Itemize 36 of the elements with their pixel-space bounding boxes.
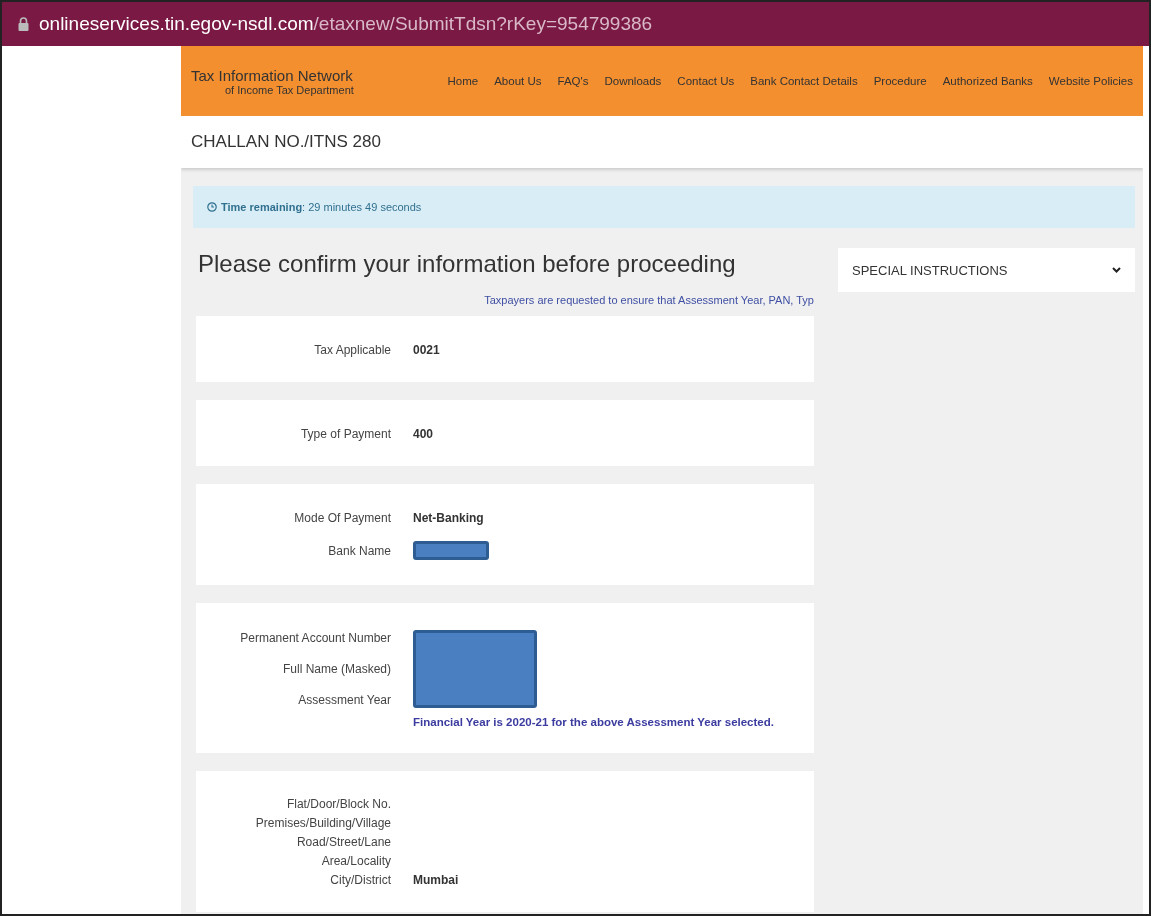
- field-value: 0021: [413, 343, 441, 357]
- special-instructions-toggle[interactable]: SPECIAL INSTRUCTIONS: [838, 248, 1135, 292]
- clock-icon: [207, 202, 217, 212]
- field-label: Bank Name: [327, 543, 391, 558]
- financial-year-note: Financial Year is 2020-21 for the above Assessment Year selected.: [413, 716, 775, 728]
- site-subtitle: of Income Tax Department: [224, 83, 354, 96]
- field-label: Type of Payment: [299, 427, 391, 441]
- nav-link[interactable]: FAQ's: [557, 75, 589, 87]
- site-title: Tax Information Network: [191, 66, 354, 84]
- nav-link[interactable]: Home: [447, 75, 479, 87]
- field-label: Premises/Building/Village: [254, 816, 391, 830]
- nav-link[interactable]: Downloads: [604, 75, 662, 87]
- page-heading: Please confirm your information before proceeding: [198, 250, 737, 278]
- field-value: 400: [413, 427, 435, 441]
- nav-link[interactable]: Bank Contact Details: [750, 75, 858, 87]
- lock-icon: [18, 17, 29, 31]
- field-label: Tax Applicable: [313, 343, 391, 357]
- chevron-icon: [1112, 267, 1121, 273]
- nav-link[interactable]: Procedure: [873, 75, 927, 87]
- field-value: Mumbai: [413, 873, 460, 887]
- field-label: Area/Locality: [320, 854, 391, 868]
- nav-link[interactable]: Website Policies: [1048, 75, 1133, 87]
- field-label: Road/Street/Lane: [295, 835, 391, 849]
- field-label: Mode Of Payment: [293, 511, 391, 525]
- field-label: Full Name (Masked): [281, 662, 391, 676]
- field-value: Net-Banking: [413, 511, 485, 525]
- field-label: City/District: [329, 873, 391, 887]
- notice-text: Taxpayers are requested to ensure that Assessment Year, PAN, Typ: [484, 294, 814, 306]
- nav-link[interactable]: Authorized Banks: [942, 75, 1033, 87]
- timer-text: Time remaining: 29 minutes 49 seconds: [221, 201, 422, 213]
- page-title: CHALLAN NO./ITNS 280: [191, 132, 381, 152]
- field-label: Flat/Door/Block No.: [285, 797, 391, 811]
- nav-link[interactable]: About Us: [494, 75, 542, 87]
- field-label: Assessment Year: [297, 693, 391, 708]
- nav-link[interactable]: Contact Us: [677, 75, 735, 87]
- field-label: Permanent Account Number: [239, 630, 391, 645]
